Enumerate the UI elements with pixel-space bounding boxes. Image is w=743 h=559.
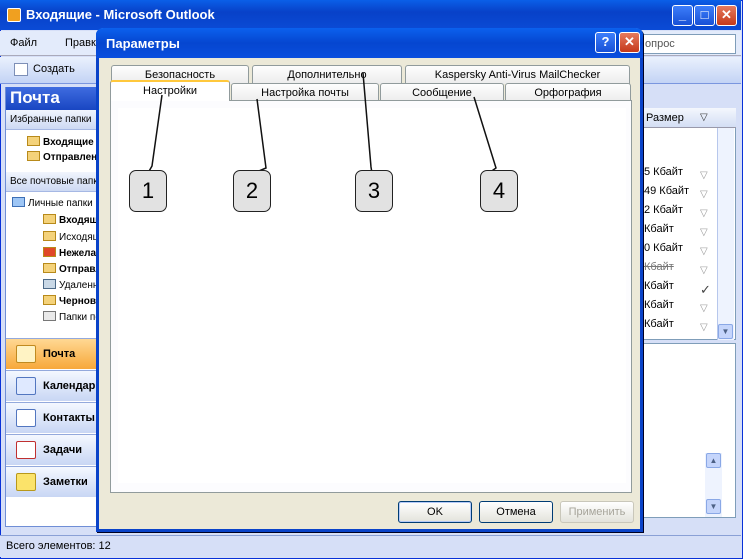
checkmark-icon[interactable]: ✓ <box>700 282 714 298</box>
dialog-close-icon[interactable]: ✕ <box>619 32 640 53</box>
flag-icon[interactable]: ▽ <box>700 322 714 333</box>
outlook-app-icon <box>7 8 21 22</box>
nav-button-notes[interactable]: Заметки <box>6 466 101 497</box>
size-column-header[interactable]: Размер <box>640 108 736 128</box>
folder-icon <box>27 151 40 161</box>
outlook-titlebar: Входящие - Microsoft Outlook _ □ ✕ <box>0 0 741 30</box>
folder-icon <box>27 136 40 146</box>
new-mail-icon <box>14 63 28 76</box>
callout-1: 1 <box>129 170 167 212</box>
inbox-icon <box>43 214 56 224</box>
favorite-sent[interactable]: Отправленные <box>27 151 101 163</box>
flag-icon[interactable]: ▽ <box>700 303 714 314</box>
flag-icon[interactable]: ▽ <box>700 265 714 276</box>
menu-file[interactable]: Файл <box>10 37 37 49</box>
notes-icon <box>16 473 36 491</box>
folder-junk[interactable]: Нежелательные <box>43 247 101 259</box>
trash-icon <box>43 279 56 289</box>
search-folder-icon <box>43 311 56 321</box>
folder-sent[interactable]: Отправленные <box>43 263 101 275</box>
callout-3: 3 <box>355 170 393 212</box>
sent-items-icon <box>43 263 56 273</box>
flag-icon[interactable]: ▽ <box>700 227 714 238</box>
tab-kaspersky[interactable]: Kaspersky Anti-Virus MailChecker <box>405 65 630 84</box>
favorite-inbox[interactable]: Входящие <box>27 136 101 148</box>
maximize-icon[interactable]: □ <box>694 5 715 26</box>
tab-advanced[interactable]: Дополнительно <box>252 65 402 84</box>
dialog-title: Параметры <box>96 28 643 58</box>
folder-inbox[interactable]: Входящие <box>43 214 101 226</box>
junk-mail-icon <box>43 247 56 257</box>
close-icon[interactable]: ✕ <box>716 5 737 26</box>
nav-button-calendar[interactable]: Календарь <box>6 370 102 401</box>
nav-button-mail[interactable]: Почта <box>6 338 101 369</box>
scroll-down-icon[interactable]: ▼ <box>718 324 733 339</box>
reading-pane-scrollbar[interactable]: ▲ ▼ <box>705 453 722 517</box>
cancel-button[interactable]: Отмена <box>479 501 553 523</box>
item-count: Всего элементов: 12 <box>6 540 111 552</box>
calendar-icon <box>16 377 36 395</box>
ok-button[interactable]: OK <box>398 501 472 523</box>
contacts-icon <box>16 409 36 427</box>
scroll-down-icon[interactable]: ▼ <box>706 499 721 514</box>
flag-icon[interactable]: ▽ <box>700 189 714 200</box>
folder-deleted[interactable]: Удаленные <box>43 279 101 291</box>
ask-question-input[interactable]: опрос <box>640 34 736 54</box>
flag-icon[interactable]: ▽ <box>700 246 714 257</box>
mail-icon <box>16 345 36 363</box>
message-list-scrollbar[interactable]: ▼ <box>717 128 734 340</box>
nav-button-contacts[interactable]: Контакты <box>6 402 101 433</box>
help-icon[interactable]: ? <box>595 32 616 53</box>
create-button[interactable]: Создать <box>33 63 75 75</box>
personal-folders-root[interactable]: Личные папки <box>12 197 101 209</box>
window-title: Входящие - Microsoft Outlook <box>26 7 215 22</box>
drafts-icon <box>43 295 56 305</box>
folder-search[interactable]: Папки поиска <box>43 311 101 323</box>
tab-content <box>118 108 626 483</box>
tab-settings[interactable]: Настройки <box>110 80 230 101</box>
nav-pane-header: Почта <box>6 87 101 110</box>
apply-button[interactable]: Применить <box>560 501 634 523</box>
callout-2: 2 <box>233 170 271 212</box>
nav-button-tasks[interactable]: Задачи <box>6 434 101 465</box>
folder-outbox[interactable]: Исходящие <box>43 231 101 243</box>
flag-icon[interactable]: ▽ <box>700 170 714 181</box>
personal-folders-icon <box>12 197 25 207</box>
status-bar: Всего элементов: 12 <box>0 535 741 557</box>
favorites-section-title: Избранные папки <box>6 110 101 130</box>
folder-drafts[interactable]: Черновики <box>43 295 101 307</box>
scroll-up-icon[interactable]: ▲ <box>706 453 721 468</box>
callout-4: 4 <box>480 170 518 212</box>
minimize-icon[interactable]: _ <box>672 5 693 26</box>
tasks-icon <box>16 441 36 459</box>
flag-column-icon[interactable]: ▽ <box>700 112 714 123</box>
all-folders-section-title: Все почтовые папки <box>6 172 101 192</box>
flag-icon[interactable]: ▽ <box>700 208 714 219</box>
outbox-icon <box>43 231 56 241</box>
